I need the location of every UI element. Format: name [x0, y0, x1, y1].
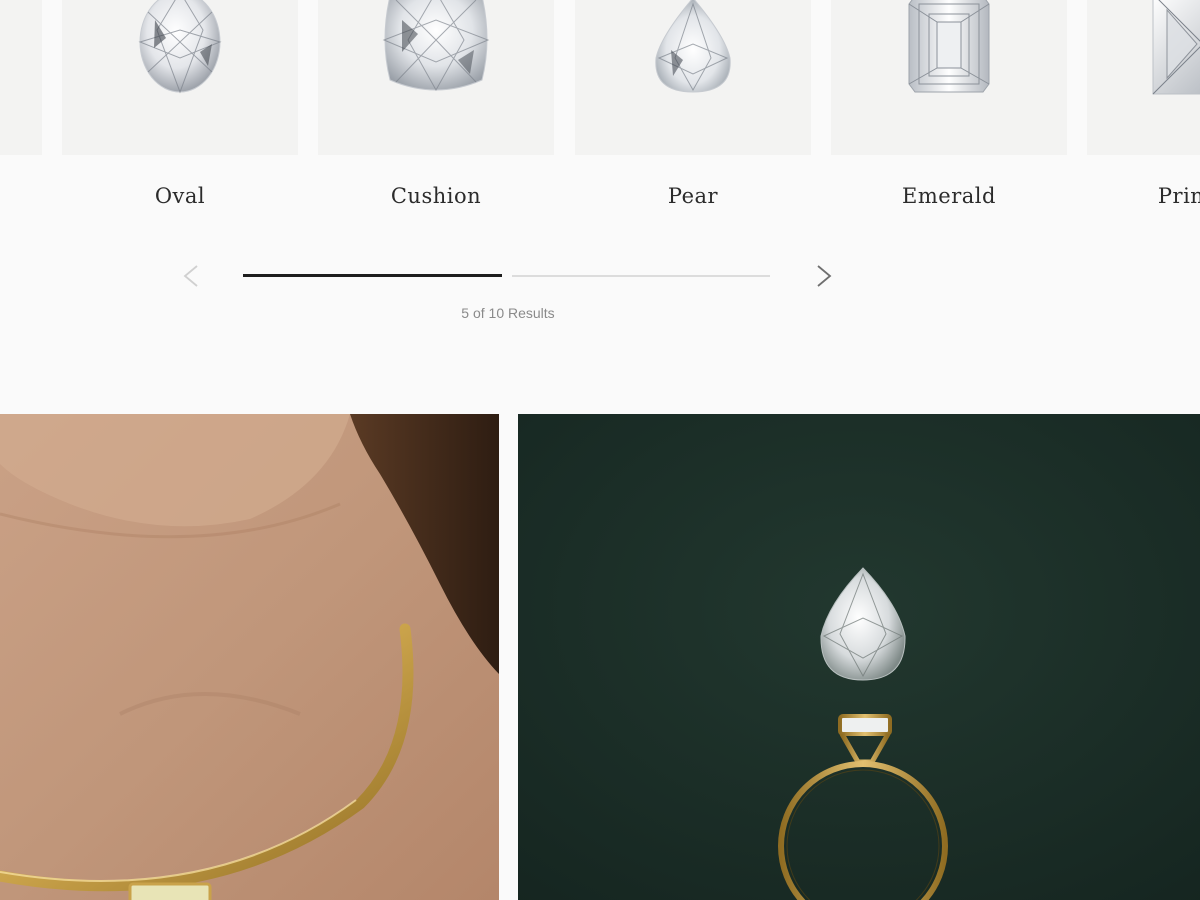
shape-card-princess[interactable]: Princess [1087, 0, 1200, 218]
carousel-prev-button[interactable] [172, 258, 208, 294]
shape-label: Cushion [390, 184, 482, 208]
princess-diamond-icon [1152, 0, 1200, 95]
results-count: 5 of 10 Results [461, 305, 555, 321]
shape-tile [1087, 0, 1200, 155]
shape-card-partial-previous[interactable] [0, 0, 42, 218]
shape-label: Emerald [902, 184, 996, 208]
emerald-diamond-icon [908, 0, 990, 93]
shape-label: Oval [154, 184, 206, 208]
chevron-left-icon [183, 265, 198, 287]
shape-card-emerald[interactable]: Emerald [831, 0, 1067, 218]
carousel-progress-bar [243, 274, 770, 278]
oval-diamond-icon [138, 0, 222, 94]
shape-label: Princess [1157, 184, 1200, 208]
necklace-on-model-illustration [0, 414, 499, 900]
carousel-next-button[interactable] [806, 258, 842, 294]
shape-label: Pear [667, 184, 719, 208]
diamond-shape-carousel: Oval Cushion Pear Emerald Prin 5 of 10 R… [0, 0, 1200, 360]
shape-card-pear[interactable]: Pear [575, 0, 811, 218]
shape-tile [575, 0, 811, 155]
pear-diamond-icon [655, 0, 731, 93]
shape-tile [831, 0, 1067, 155]
shape-tile [318, 0, 554, 155]
cushion-diamond-icon [382, 0, 490, 92]
pear-diamond-ring-illustration [518, 414, 1200, 900]
necklace-model-image[interactable] [0, 414, 499, 900]
progress-remaining-segment [512, 274, 770, 277]
shape-card-oval[interactable]: Oval [62, 0, 298, 218]
progress-active-segment [243, 274, 502, 277]
shape-card-cushion[interactable]: Cushion [318, 0, 554, 218]
chevron-right-icon [817, 265, 832, 287]
shape-tile [62, 0, 298, 155]
ring-and-pear-diamond-image[interactable] [518, 414, 1200, 900]
shape-tile [0, 0, 42, 155]
